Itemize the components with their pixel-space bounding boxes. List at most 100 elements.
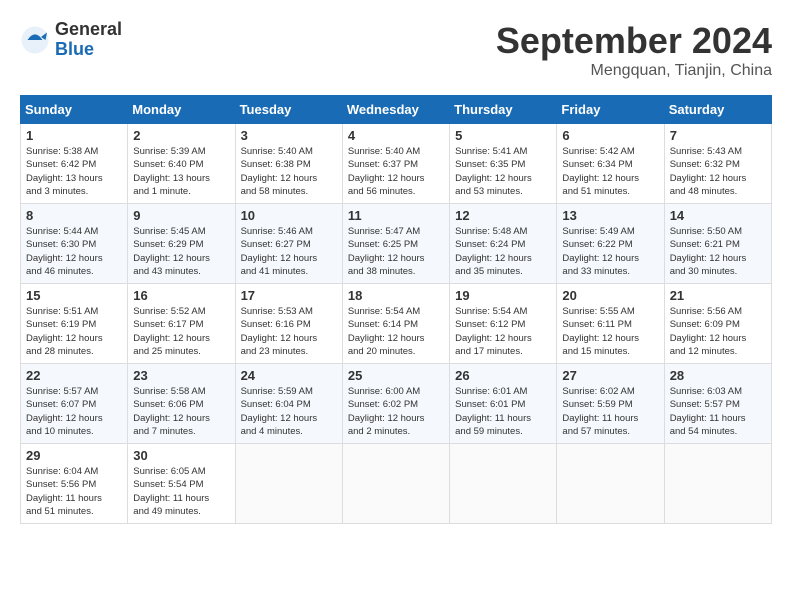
day-info: Sunrise: 5:41 AM Sunset: 6:35 PM Dayligh… xyxy=(455,145,551,198)
day-cell: 18Sunrise: 5:54 AM Sunset: 6:14 PM Dayli… xyxy=(342,284,449,364)
calendar-table: SundayMondayTuesdayWednesdayThursdayFrid… xyxy=(20,95,772,524)
day-number: 10 xyxy=(241,208,337,223)
day-number: 2 xyxy=(133,128,229,143)
day-cell: 16 Sunrise: 5:52 AM Sunset: 6:17 PM Dayli… xyxy=(128,284,235,364)
day-info: Sunrise: 5:47 AM Sunset: 6:25 PM Dayligh… xyxy=(348,225,444,278)
day-cell: 23 Sunrise: 5:58 AM Sunset: 6:06 PM Dayli… xyxy=(128,364,235,444)
day-info: Sunrise: 5:55 AM Sunset: 6:11 PM Dayligh… xyxy=(562,305,658,358)
day-cell: 17Sunrise: 5:53 AM Sunset: 6:16 PM Dayli… xyxy=(235,284,342,364)
day-number: 11 xyxy=(348,208,444,223)
day-info: Sunrise: 6:04 AM Sunset: 5:56 PM Dayligh… xyxy=(26,465,122,518)
day-cell: 4 Sunrise: 5:40 AM Sunset: 6:37 PM Daylig… xyxy=(342,124,449,204)
day-cell: 22Sunrise: 5:57 AM Sunset: 6:07 PM Dayli… xyxy=(21,364,128,444)
day-info: Sunrise: 5:57 AM Sunset: 6:07 PM Dayligh… xyxy=(26,385,122,438)
logo-blue: Blue xyxy=(55,40,122,60)
day-info: Sunrise: 5:40 AM Sunset: 6:38 PM Dayligh… xyxy=(241,145,337,198)
day-info: Sunrise: 5:52 AM Sunset: 6:17 PM Dayligh… xyxy=(133,305,229,358)
day-info: Sunrise: 5:48 AM Sunset: 6:24 PM Dayligh… xyxy=(455,225,551,278)
day-cell: 27Sunrise: 6:02 AM Sunset: 5:59 PM Dayli… xyxy=(557,364,664,444)
day-info: Sunrise: 6:01 AM Sunset: 6:01 PM Dayligh… xyxy=(455,385,551,438)
day-info: Sunrise: 6:05 AM Sunset: 5:54 PM Dayligh… xyxy=(133,465,229,518)
day-info: Sunrise: 6:03 AM Sunset: 5:57 PM Dayligh… xyxy=(670,385,766,438)
day-cell: 3 Sunrise: 5:40 AM Sunset: 6:38 PM Daylig… xyxy=(235,124,342,204)
week-row-1: 1 Sunrise: 5:38 AM Sunset: 6:42 PM Daylig… xyxy=(21,124,772,204)
day-cell: 6Sunrise: 5:42 AM Sunset: 6:34 PM Daylig… xyxy=(557,124,664,204)
day-number: 18 xyxy=(348,288,444,303)
day-number: 4 xyxy=(348,128,444,143)
day-cell: 25Sunrise: 6:00 AM Sunset: 6:02 PM Dayli… xyxy=(342,364,449,444)
logo-general: General xyxy=(55,20,122,40)
day-info: Sunrise: 5:53 AM Sunset: 6:16 PM Dayligh… xyxy=(241,305,337,358)
day-cell xyxy=(664,444,771,524)
day-number: 21 xyxy=(670,288,766,303)
week-row-2: 8Sunrise: 5:44 AM Sunset: 6:30 PM Daylig… xyxy=(21,204,772,284)
day-cell: 20 Sunrise: 5:55 AM Sunset: 6:11 PM Dayli… xyxy=(557,284,664,364)
day-cell: 8Sunrise: 5:44 AM Sunset: 6:30 PM Daylig… xyxy=(21,204,128,284)
day-info: Sunrise: 5:38 AM Sunset: 6:42 PM Dayligh… xyxy=(26,145,122,198)
day-number: 13 xyxy=(562,208,658,223)
weekday-friday: Friday xyxy=(557,96,664,124)
day-info: Sunrise: 5:46 AM Sunset: 6:27 PM Dayligh… xyxy=(241,225,337,278)
day-number: 27 xyxy=(562,368,658,383)
week-row-3: 15Sunrise: 5:51 AM Sunset: 6:19 PM Dayli… xyxy=(21,284,772,364)
logo: General Blue xyxy=(20,20,122,60)
day-cell: 5 Sunrise: 5:41 AM Sunset: 6:35 PM Daylig… xyxy=(450,124,557,204)
day-cell xyxy=(450,444,557,524)
day-cell xyxy=(235,444,342,524)
day-number: 9 xyxy=(133,208,229,223)
day-number: 7 xyxy=(670,128,766,143)
weekday-tuesday: Tuesday xyxy=(235,96,342,124)
day-cell: 28 Sunrise: 6:03 AM Sunset: 5:57 PM Dayli… xyxy=(664,364,771,444)
day-info: Sunrise: 5:51 AM Sunset: 6:19 PM Dayligh… xyxy=(26,305,122,358)
day-number: 1 xyxy=(26,128,122,143)
day-number: 29 xyxy=(26,448,122,463)
weekday-sunday: Sunday xyxy=(21,96,128,124)
day-info: Sunrise: 5:39 AM Sunset: 6:40 PM Dayligh… xyxy=(133,145,229,198)
page-header: General Blue September 2024 Mengquan, Ti… xyxy=(20,20,772,80)
day-cell: 10 Sunrise: 5:46 AM Sunset: 6:27 PM Dayli… xyxy=(235,204,342,284)
day-info: Sunrise: 5:44 AM Sunset: 6:30 PM Dayligh… xyxy=(26,225,122,278)
day-cell: 9Sunrise: 5:45 AM Sunset: 6:29 PM Daylig… xyxy=(128,204,235,284)
day-cell: 15Sunrise: 5:51 AM Sunset: 6:19 PM Dayli… xyxy=(21,284,128,364)
month-year: September 2024 xyxy=(496,20,772,62)
day-number: 16 xyxy=(133,288,229,303)
day-number: 6 xyxy=(562,128,658,143)
day-number: 14 xyxy=(670,208,766,223)
day-cell: 21 Sunrise: 5:56 AM Sunset: 6:09 PM Dayli… xyxy=(664,284,771,364)
day-cell: 13Sunrise: 5:49 AM Sunset: 6:22 PM Dayli… xyxy=(557,204,664,284)
week-row-5: 29 Sunrise: 6:04 AM Sunset: 5:56 PM Dayli… xyxy=(21,444,772,524)
day-number: 26 xyxy=(455,368,551,383)
day-number: 23 xyxy=(133,368,229,383)
day-number: 19 xyxy=(455,288,551,303)
day-cell: 29 Sunrise: 6:04 AM Sunset: 5:56 PM Dayli… xyxy=(21,444,128,524)
weekday-wednesday: Wednesday xyxy=(342,96,449,124)
day-number: 24 xyxy=(241,368,337,383)
day-info: Sunrise: 5:59 AM Sunset: 6:04 PM Dayligh… xyxy=(241,385,337,438)
weekday-saturday: Saturday xyxy=(664,96,771,124)
day-number: 12 xyxy=(455,208,551,223)
day-info: Sunrise: 5:43 AM Sunset: 6:32 PM Dayligh… xyxy=(670,145,766,198)
day-info: Sunrise: 5:40 AM Sunset: 6:37 PM Dayligh… xyxy=(348,145,444,198)
day-cell xyxy=(557,444,664,524)
weekday-monday: Monday xyxy=(128,96,235,124)
day-number: 3 xyxy=(241,128,337,143)
day-cell: 2 Sunrise: 5:39 AM Sunset: 6:40 PM Daylig… xyxy=(128,124,235,204)
day-number: 5 xyxy=(455,128,551,143)
location: Mengquan, Tianjin, China xyxy=(496,62,772,80)
logo-text: General Blue xyxy=(55,20,122,60)
day-cell: 26 Sunrise: 6:01 AM Sunset: 6:01 PM Dayli… xyxy=(450,364,557,444)
day-number: 25 xyxy=(348,368,444,383)
week-row-4: 22Sunrise: 5:57 AM Sunset: 6:07 PM Dayli… xyxy=(21,364,772,444)
day-number: 30 xyxy=(133,448,229,463)
day-cell: 19Sunrise: 5:54 AM Sunset: 6:12 PM Dayli… xyxy=(450,284,557,364)
day-info: Sunrise: 5:58 AM Sunset: 6:06 PM Dayligh… xyxy=(133,385,229,438)
day-cell xyxy=(342,444,449,524)
day-cell: 12 Sunrise: 5:48 AM Sunset: 6:24 PM Dayli… xyxy=(450,204,557,284)
day-number: 20 xyxy=(562,288,658,303)
day-info: Sunrise: 5:56 AM Sunset: 6:09 PM Dayligh… xyxy=(670,305,766,358)
day-number: 28 xyxy=(670,368,766,383)
day-cell: 11 Sunrise: 5:47 AM Sunset: 6:25 PM Dayli… xyxy=(342,204,449,284)
day-cell: 24 Sunrise: 5:59 AM Sunset: 6:04 PM Dayli… xyxy=(235,364,342,444)
weekday-header-row: SundayMondayTuesdayWednesdayThursdayFrid… xyxy=(21,96,772,124)
day-cell: 1 Sunrise: 5:38 AM Sunset: 6:42 PM Daylig… xyxy=(21,124,128,204)
